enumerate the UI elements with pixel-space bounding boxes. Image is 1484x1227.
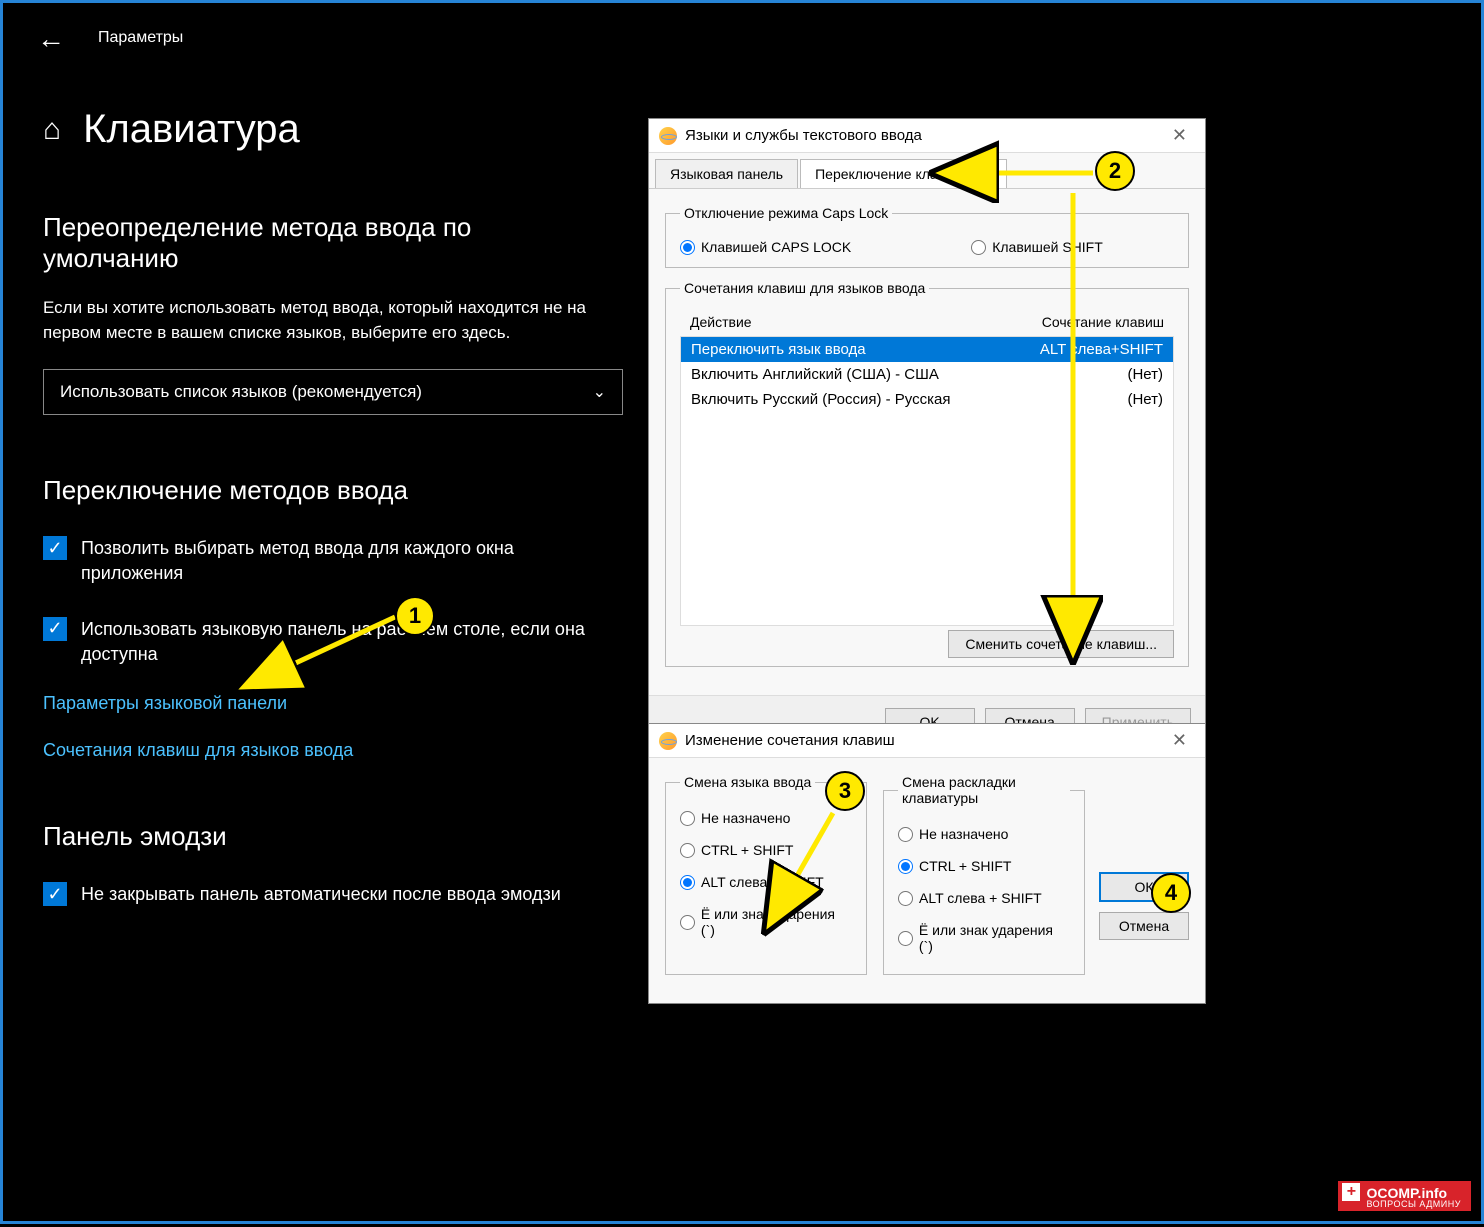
dialog-change-hotkey: Изменение сочетания клавиш ✕ Смена языка… [648,723,1206,1004]
chevron-down-icon: ⌄ [593,382,606,402]
group-hotkeys: Сочетания клавиш для языков ввода Действ… [665,280,1189,667]
section-default-input-desc: Если вы хотите использовать метод ввода,… [43,296,603,345]
default-input-dropdown[interactable]: Использовать список языков (рекомендуетс… [43,369,623,415]
checkbox-per-window-label: Позволить выбирать метод ввода для каждо… [81,536,603,586]
section-default-input-heading: Переопределение метода ввода по умолчани… [43,212,603,274]
annotation-marker-3: 3 [825,771,865,811]
dialog-change-hotkey-titlebar[interactable]: Изменение сочетания клавиш ✕ [649,724,1205,758]
close-icon[interactable]: ✕ [1164,730,1195,751]
plus-icon: + [1342,1183,1360,1201]
radio-shift[interactable]: Клавишей SHIFT [971,239,1103,255]
tab-keyboard-switching[interactable]: Переключение клавиатуры [800,159,1007,188]
link-lang-bar-options[interactable]: Параметры языковой панели [43,693,603,714]
breadcrumb: Параметры [98,29,603,47]
section-emoji-heading: Панель эмодзи [43,821,603,852]
dialog-text-services-titlebar[interactable]: Языки и службы текстового ввода ✕ [649,119,1205,153]
change-hotkey-button[interactable]: Сменить сочетание клавиш... [948,630,1174,658]
col-hotkey: Сочетание клавиш [1042,314,1164,330]
checkbox-per-window[interactable]: ✓ [43,536,67,560]
home-icon[interactable]: ⌂ [43,113,61,147]
group-caps-lock: Отключение режима Caps Lock Клавишей CAP… [665,205,1189,268]
table-row[interactable]: Переключить язык ввода ALT слева+SHIFT [681,337,1173,362]
radio-layout-grave[interactable]: Ё или знак ударения (`) [898,914,1070,962]
radio-lang-grave[interactable]: Ё или знак ударения (`) [680,898,852,946]
keyboard-layout-legend: Смена раскладки клавиатуры [898,774,1070,806]
tab-language-bar[interactable]: Языковая панель [655,159,798,188]
checkbox-emoji[interactable]: ✓ [43,882,67,906]
dropdown-value: Использовать список языков (рекомендуетс… [60,382,422,402]
section-switching-heading: Переключение методов ввода [43,475,603,506]
group-keyboard-layout: Смена раскладки клавиатуры Не назначено … [883,774,1085,975]
cancel-button[interactable]: Отмена [1099,912,1189,940]
page-title: ⌂ Клавиатура [43,107,603,152]
input-language-legend: Смена языка ввода [680,774,815,790]
page-title-text: Клавиатура [83,107,300,152]
radio-layout-alt[interactable]: ALT слева + SHIFT [898,882,1070,914]
watermark: + OCOMP.info ВОПРОСЫ АДМИНУ [1338,1181,1471,1211]
annotation-marker-1: 1 [395,596,435,636]
hotkeys-legend: Сочетания клавиш для языков ввода [680,280,929,296]
close-icon[interactable]: ✕ [1164,125,1195,146]
checkbox-lang-bar-label: Использовать языковую панель на рабочем … [81,617,603,667]
watermark-sub: ВОПРОСЫ АДМИНУ [1366,1199,1461,1209]
settings-panel: ← Параметры ⌂ Клавиатура Переопределение… [3,3,643,1003]
radio-caps-lock[interactable]: Клавишей CAPS LOCK [680,239,851,255]
dialog-text-services-title: Языки и службы текстового ввода [685,127,922,144]
annotation-marker-2: 2 [1095,151,1135,191]
radio-layout-none[interactable]: Не назначено [898,818,1070,850]
col-action: Действие [690,314,752,330]
caps-lock-legend: Отключение режима Caps Lock [680,205,892,221]
checkbox-emoji-label: Не закрывать панель автоматически после … [81,882,561,907]
globe-icon [659,127,677,145]
dialog-text-services: Языки и службы текстового ввода ✕ Языков… [648,118,1206,749]
radio-layout-ctrl[interactable]: CTRL + SHIFT [898,850,1070,882]
hotkeys-list[interactable]: Переключить язык ввода ALT слева+SHIFT В… [680,336,1174,626]
checkbox-lang-bar[interactable]: ✓ [43,617,67,641]
radio-lang-alt[interactable]: ALT слева + SHIFT [680,866,852,898]
link-hotkeys[interactable]: Сочетания клавиш для языков ввода [43,740,603,761]
radio-lang-ctrl[interactable]: CTRL + SHIFT [680,834,852,866]
radio-lang-none[interactable]: Не назначено [680,802,852,834]
table-row[interactable]: Включить Английский (США) - США (Нет) [681,362,1173,387]
table-row[interactable]: Включить Русский (Россия) - Русская (Нет… [681,387,1173,412]
globe-icon [659,732,677,750]
dialog-change-hotkey-title: Изменение сочетания клавиш [685,732,895,749]
annotation-marker-4: 4 [1151,873,1191,913]
